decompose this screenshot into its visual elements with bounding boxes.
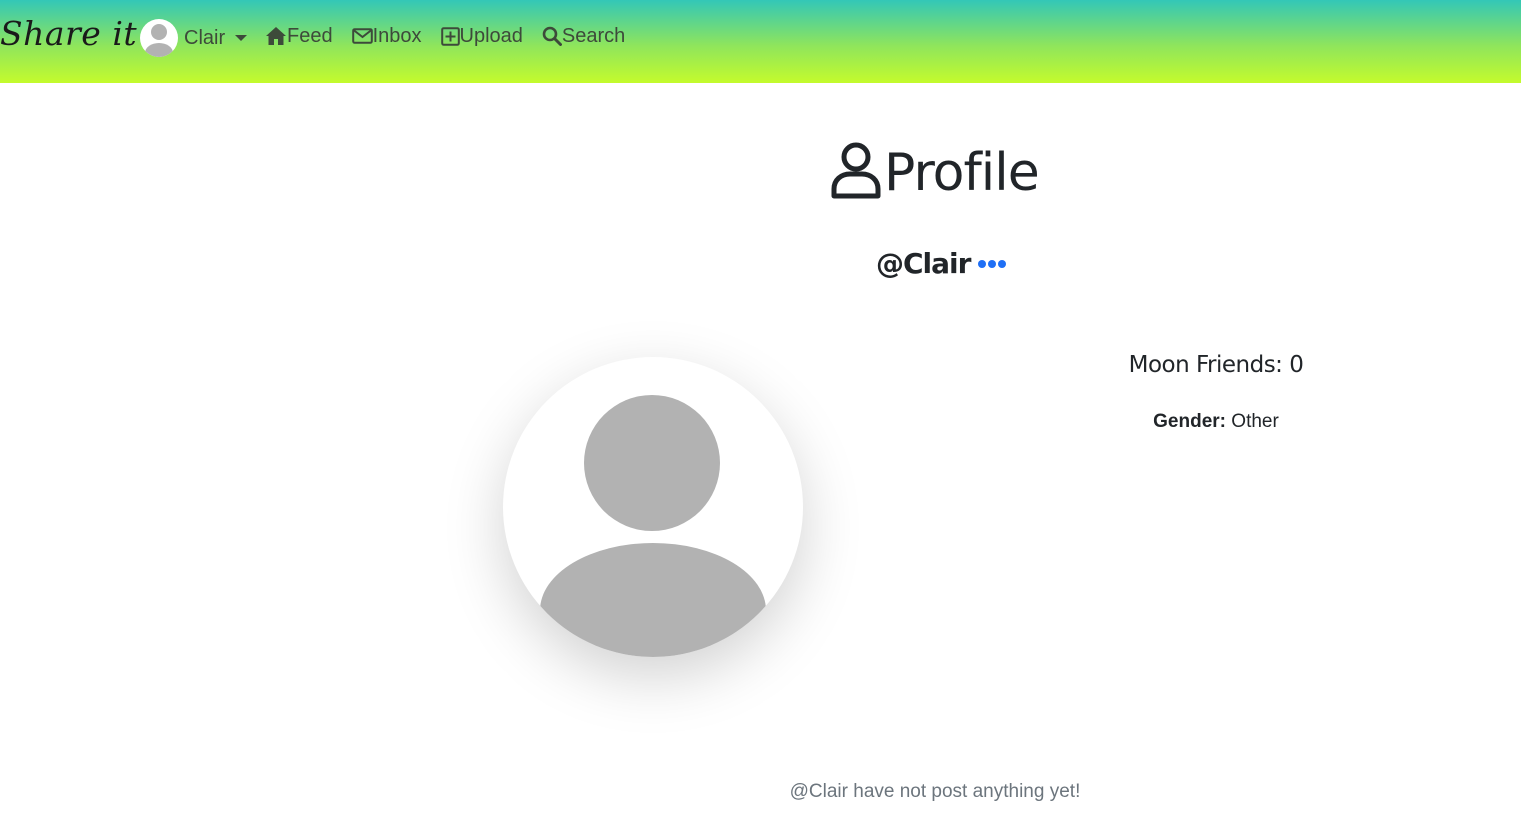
nav-upload-link[interactable]: Upload xyxy=(440,24,523,48)
brand-logo[interactable]: Share it xyxy=(0,14,137,53)
plus-square-icon xyxy=(440,26,460,46)
profile-avatar xyxy=(503,357,803,657)
nav-search-label: Search xyxy=(561,24,626,47)
envelope-icon xyxy=(351,27,373,45)
nav-inbox-link[interactable]: Inbox xyxy=(351,24,422,48)
nav-inbox-label: Inbox xyxy=(372,24,422,47)
nav-feed-link[interactable]: Feed xyxy=(265,25,333,48)
profile-handle: @Clair xyxy=(876,247,971,280)
user-dropdown-toggle[interactable]: Clair xyxy=(140,19,248,57)
user-avatar xyxy=(140,19,178,57)
page-title: Profile xyxy=(830,140,1040,205)
empty-posts-message: @Clair have not post anything yet! xyxy=(789,781,1081,802)
friends-count: Moon Friends: 0 xyxy=(1128,352,1304,378)
gender-info: Gender: Other xyxy=(1080,411,1352,433)
gender-value: Other xyxy=(1231,411,1279,432)
nav-links: Feed Inbox Upload Search xyxy=(265,22,644,50)
page-title-text: Profile xyxy=(884,142,1040,203)
user-outline-icon xyxy=(830,140,882,205)
nav-search-link[interactable]: Search xyxy=(542,25,625,48)
home-icon xyxy=(265,26,287,46)
chevron-down-icon xyxy=(235,35,248,41)
gender-label: Gender: xyxy=(1153,411,1227,432)
user-name-label: Clair xyxy=(184,26,226,49)
nav-feed-label: Feed xyxy=(287,24,333,47)
more-options-icon[interactable] xyxy=(978,259,1008,268)
search-icon xyxy=(542,26,562,46)
profile-handle-row: @Clair xyxy=(876,247,1008,280)
top-navbar: Share it Clair Feed Inbox Upload Search xyxy=(0,0,1521,83)
nav-upload-label: Upload xyxy=(459,24,523,47)
